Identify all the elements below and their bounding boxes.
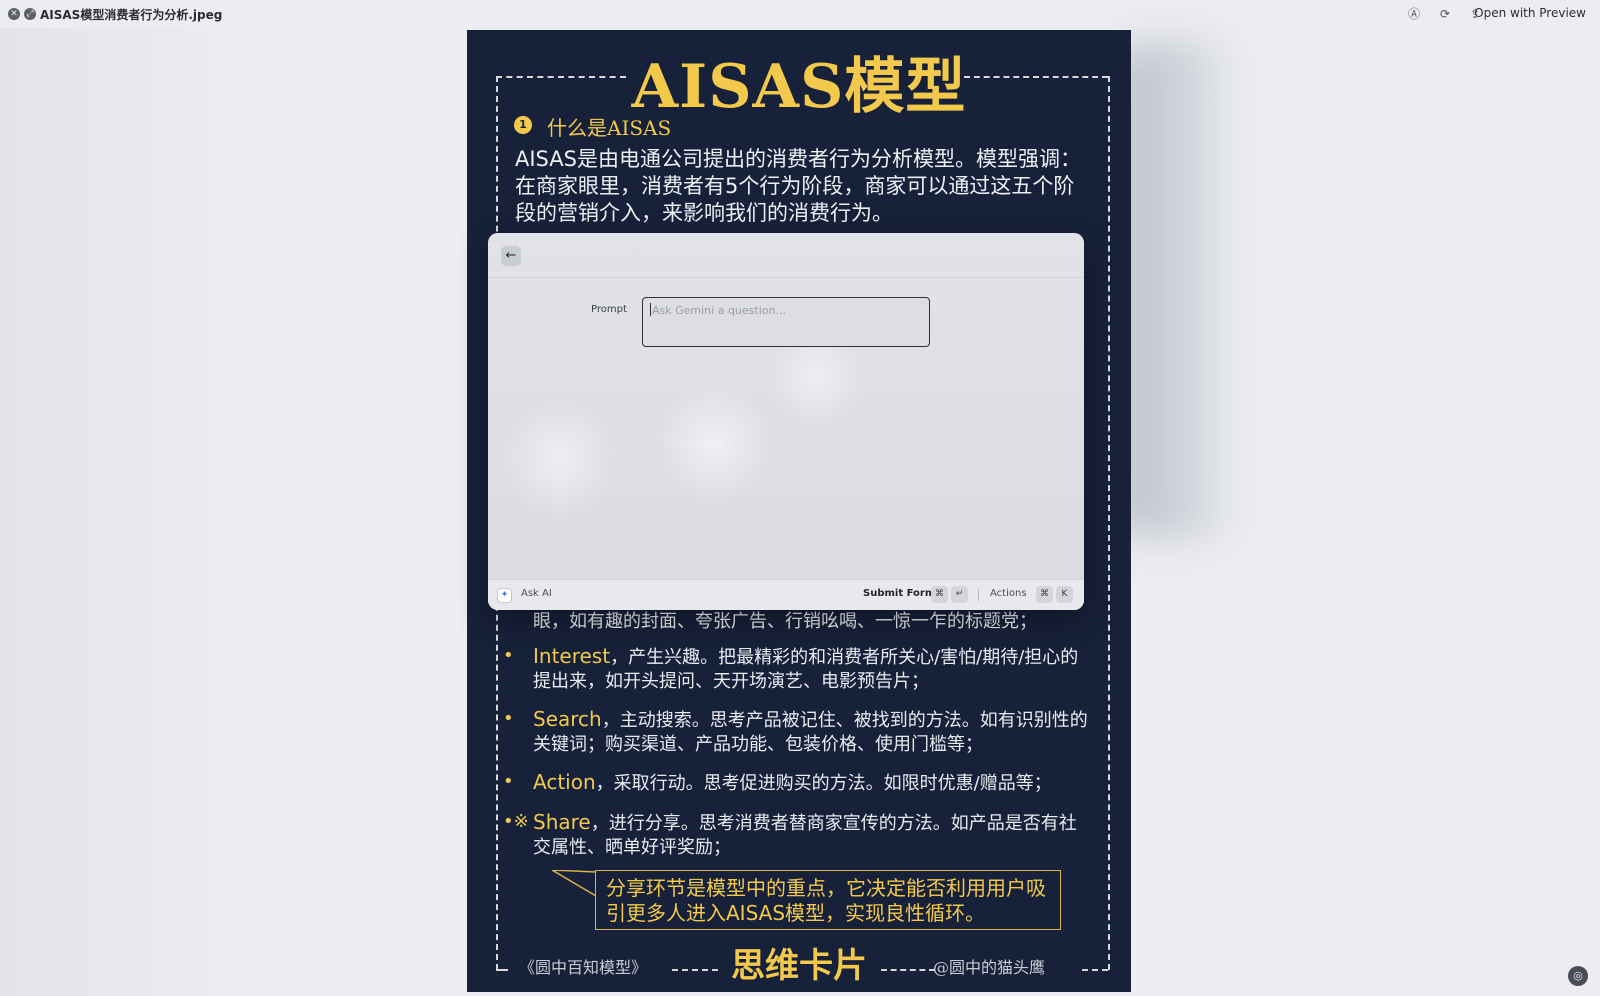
blurred-background-left [0, 28, 460, 996]
prompt-placeholder: Ask Gemini a question... [652, 304, 786, 317]
panel-backdrop [488, 233, 1084, 610]
intro-paragraph: AISAS是由电通公司提出的消费者行为分析模型。模型强调：在商家眼里，消费者有5… [515, 147, 1081, 225]
fullscreen-icon[interactable]: ⤢ [24, 8, 36, 20]
section-title: 什么是AISAS [547, 116, 672, 140]
assistant-icon[interactable]: ◎ [1568, 966, 1588, 986]
callout-tail [552, 870, 596, 897]
bullet: • [503, 771, 514, 792]
panel-header: ← [488, 233, 1084, 278]
prompt-label: Prompt [591, 304, 627, 315]
command-key-icon: ⌘ [1036, 586, 1053, 603]
window-title: AISAS模型消费者行为分析.jpeg [40, 8, 223, 22]
keyword: Action [533, 770, 596, 794]
bullet: • [503, 645, 514, 666]
footer-divider [978, 589, 979, 601]
quicklook-toolbar: ✕ ⤢ AISAS模型消费者行为分析.jpeg Ⓐ ⟳ ⇪ Open with … [0, 0, 1600, 28]
keyword: Share [533, 810, 591, 834]
section-number-badge: 1 [514, 116, 532, 134]
rotate-icon[interactable]: ⟳ [1437, 6, 1453, 22]
close-icon[interactable]: ✕ [8, 8, 20, 20]
ask-ai-panel: ← Prompt Ask Gemini a question... ✦ Ask … [488, 233, 1084, 610]
footer-right: @圆中的猫头鹰 [933, 958, 1046, 977]
ask-ai-logo-icon: ✦ [497, 588, 512, 603]
blurred-background-right [1112, 40, 1242, 540]
k-key-icon: K [1056, 586, 1073, 603]
return-key-icon: ↵ [951, 586, 968, 603]
keyword: Interest [533, 644, 611, 668]
bullet: • [503, 708, 514, 729]
bullet: •※ [503, 811, 529, 832]
arrow-left-icon[interactable]: ← [501, 246, 521, 266]
submit-form-button[interactable]: Submit Form [863, 588, 935, 599]
markup-icon[interactable]: Ⓐ [1406, 6, 1422, 22]
command-key-icon: ⌘ [931, 586, 948, 603]
keyword: Search [533, 707, 602, 731]
panel-footer: ✦ Ask AI Submit Form ⌘ ↵ Actions ⌘ K [488, 579, 1084, 610]
callout-box: 分享环节是模型中的重点，它决定能否利用用户吸引更多人进入AISAS模型，实现良性… [595, 870, 1061, 930]
open-with-preview-button[interactable]: Open with Preview [1474, 6, 1586, 20]
text-caret [650, 303, 651, 316]
prompt-input[interactable]: Ask Gemini a question... [642, 297, 930, 347]
actions-button[interactable]: Actions [990, 588, 1027, 599]
ask-ai-label: Ask AI [521, 588, 552, 599]
